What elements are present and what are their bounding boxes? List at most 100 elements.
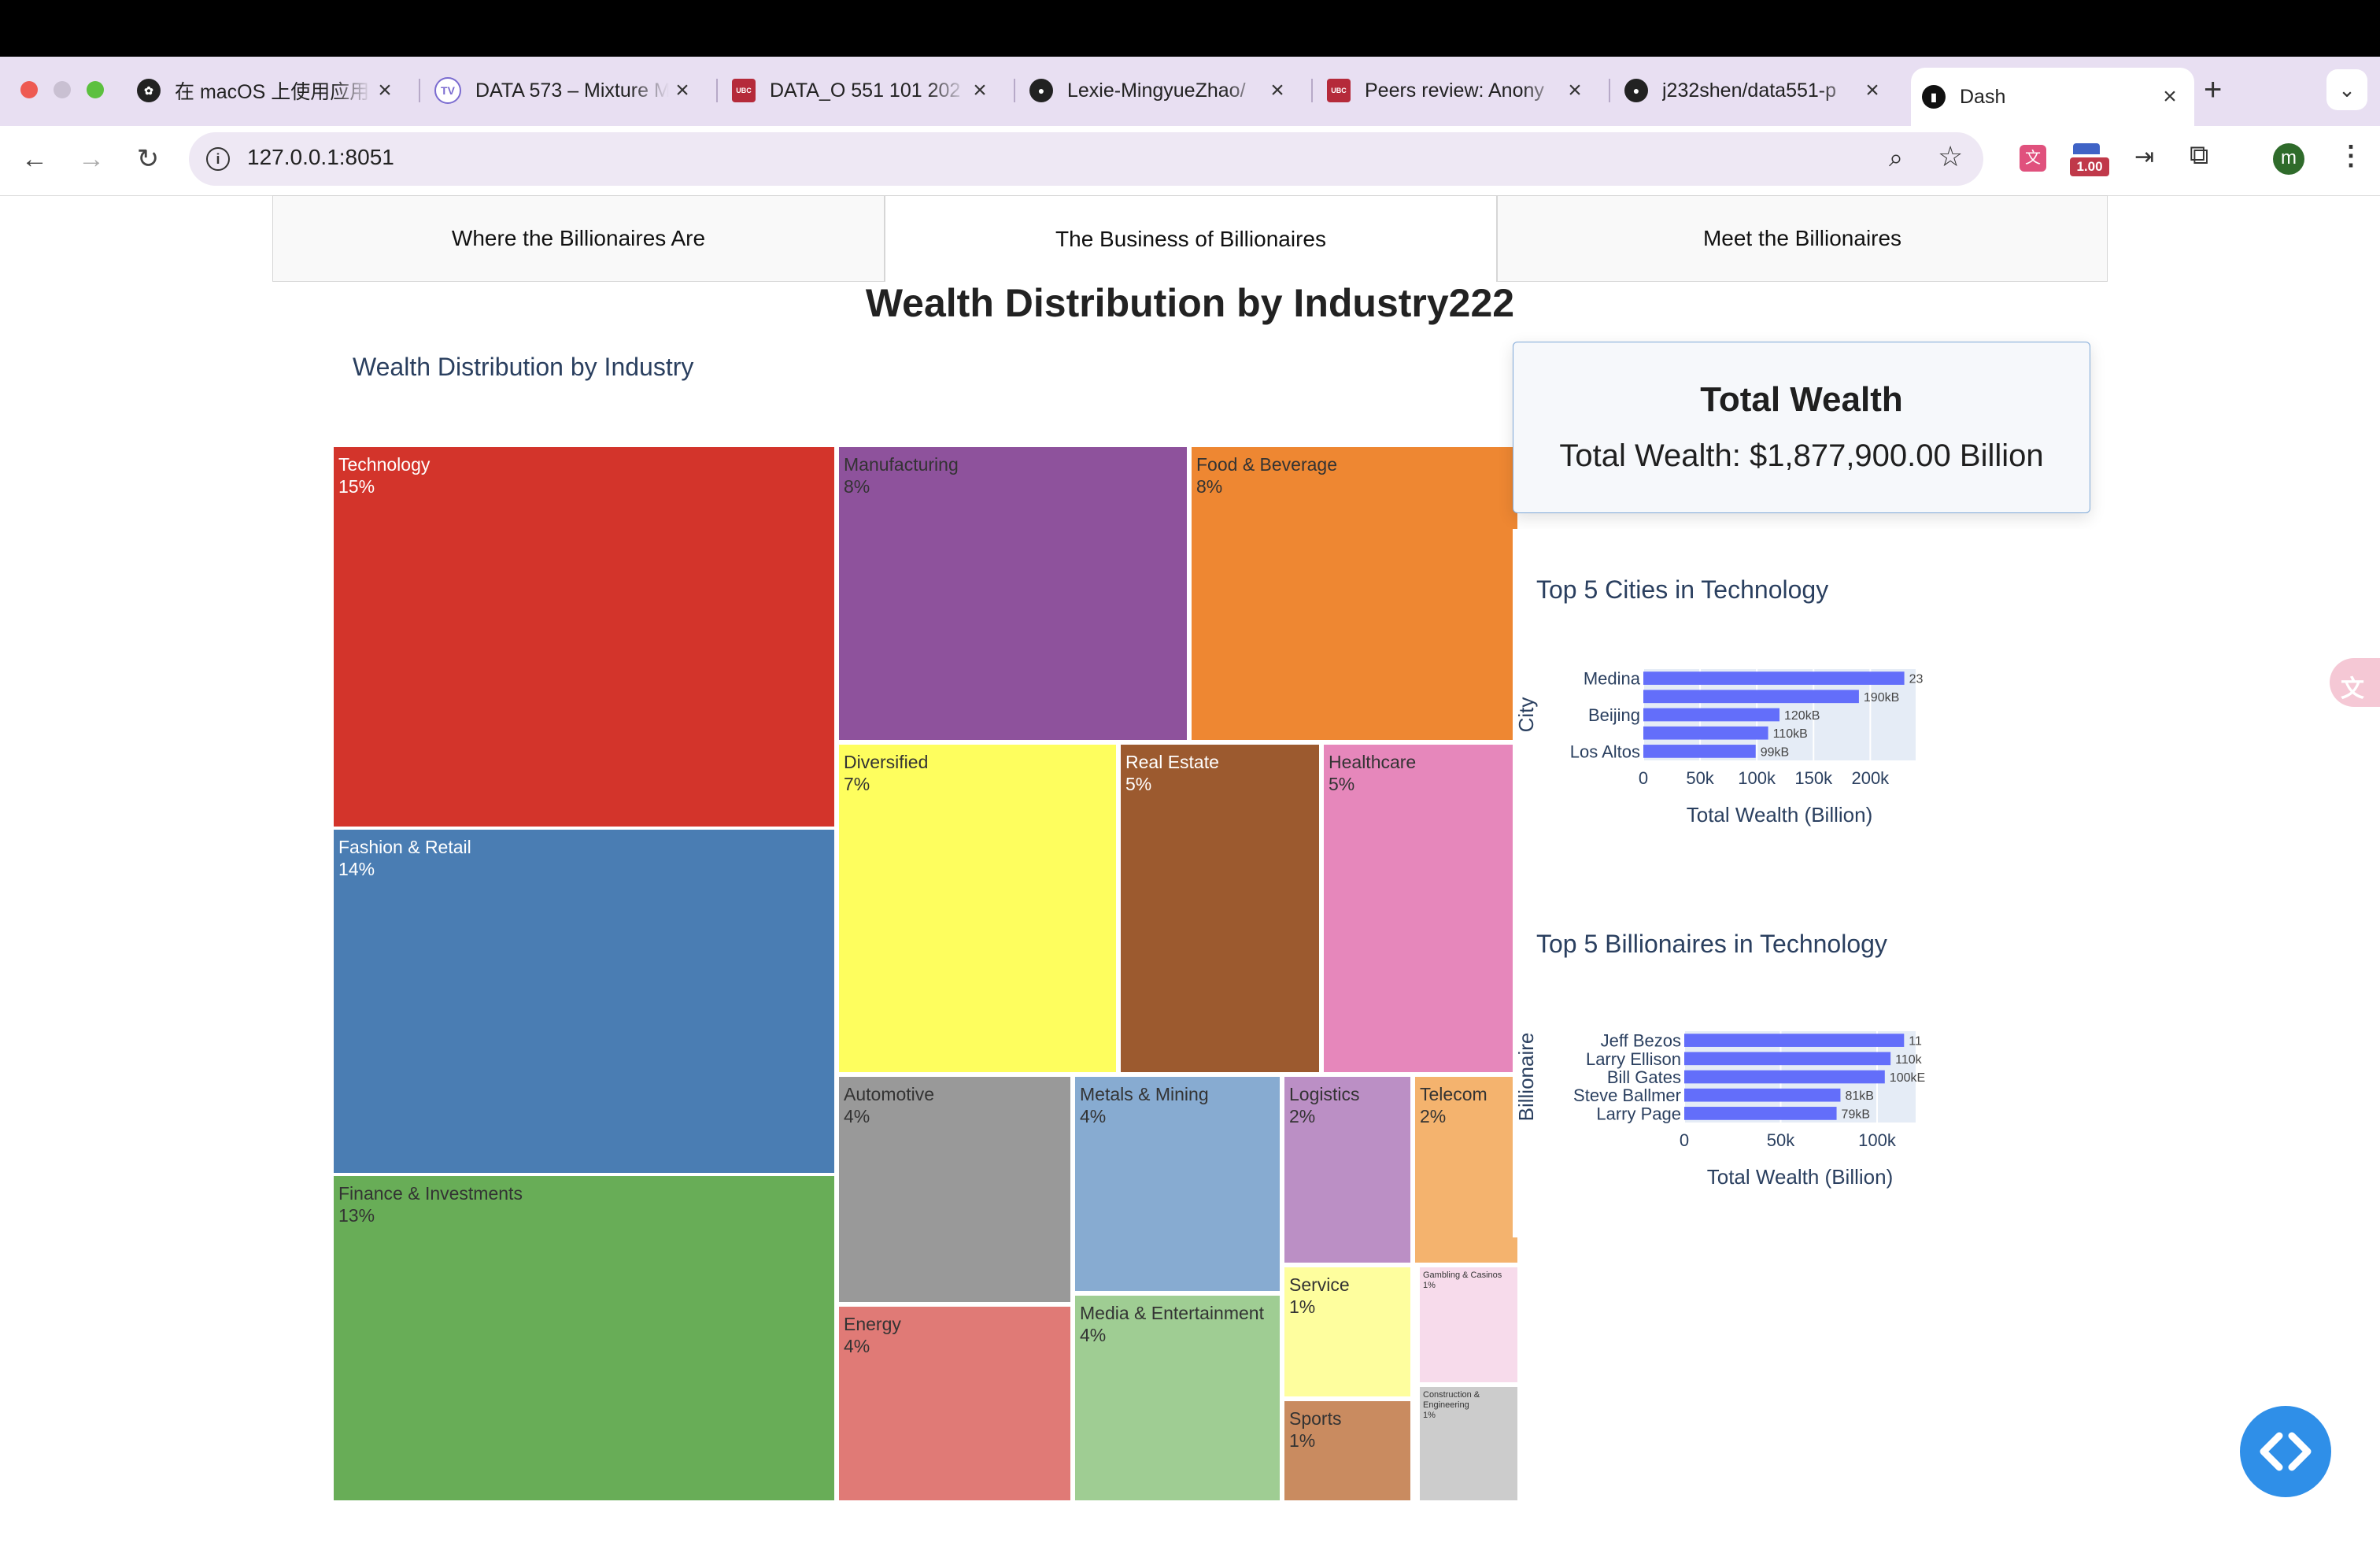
tab-separator bbox=[419, 79, 420, 102]
tab-separator bbox=[1014, 79, 1015, 102]
x-axis-label: Total Wealth (Billion) bbox=[1707, 1165, 1894, 1189]
bookmark-star-icon[interactable]: ☆ bbox=[1938, 140, 1963, 173]
treemap-tile[interactable]: Fashion & Retail 14% bbox=[334, 830, 834, 1173]
bar bbox=[1684, 1107, 1837, 1120]
back-arrow-icon[interactable]: ← bbox=[17, 142, 52, 176]
y-tick-label: Larry Page bbox=[1596, 1104, 1681, 1123]
treemap-tile[interactable]: Finance & Investments 13% bbox=[334, 1176, 834, 1500]
browser-tab[interactable]: UBC DATA_O 551 101 202 × bbox=[721, 68, 1004, 113]
reload-icon[interactable]: ↻ bbox=[131, 142, 165, 176]
data-label: 120kB bbox=[1784, 709, 1820, 723]
top-cities-bar-chart[interactable]: Top 5 Cities in Technology 0 50k 100k 150k 20… bbox=[1513, 551, 2079, 866]
treemap-tile[interactable]: Logistics 2% bbox=[1284, 1077, 1410, 1263]
treemap-tile-percent: 5% bbox=[1125, 774, 1152, 794]
treemap-tile-percent: 7% bbox=[844, 774, 870, 794]
tab-close-icon[interactable]: × bbox=[1264, 77, 1291, 104]
y-tick-label: Larry Ellison bbox=[1586, 1049, 1681, 1069]
url-text[interactable]: 127.0.0.1:8051 bbox=[247, 145, 394, 170]
total-wealth-heading: Total Wealth bbox=[1700, 380, 1903, 419]
top-billionaires-bar-chart[interactable]: Top 5 Billionaires in Technology 0 50k 100k… bbox=[1513, 913, 2079, 1228]
reading-mode-icon[interactable]: ⇥ bbox=[2134, 143, 2154, 171]
window-minimize-button[interactable] bbox=[54, 81, 71, 98]
tab-separator bbox=[1311, 79, 1313, 102]
window-close-button[interactable] bbox=[20, 81, 38, 98]
page-title: Wealth Distribution by Industry222 bbox=[865, 281, 1515, 325]
translate-side-badge[interactable]: 文 bbox=[2330, 658, 2380, 707]
browser-tab-label: 在 macOS 上使用应用 bbox=[175, 81, 370, 103]
browser-tab[interactable]: ● Lexie-MingyueZhao/ × bbox=[1018, 68, 1302, 113]
treemap-tile[interactable]: Manufacturing 8% bbox=[839, 447, 1187, 740]
treemap-tile[interactable]: Healthcare 5% bbox=[1324, 745, 1517, 1072]
window-zoom-button[interactable] bbox=[87, 81, 104, 98]
treemap-tile[interactable]: Diversified 7% bbox=[839, 745, 1116, 1072]
y-tick-label: Bill Gates bbox=[1607, 1067, 1681, 1087]
x-axis-label: Total Wealth (Billion) bbox=[1687, 803, 1873, 827]
address-bar[interactable] bbox=[189, 132, 1983, 186]
speed-extension-icon[interactable]: 1.00 bbox=[2070, 143, 2109, 178]
forward-arrow-icon[interactable]: → bbox=[74, 142, 109, 176]
bar bbox=[1643, 708, 1779, 722]
data-label: 110kB bbox=[1773, 727, 1808, 741]
data-label: 190kB bbox=[1864, 691, 1899, 705]
tab-close-icon[interactable]: × bbox=[1859, 77, 1886, 104]
treemap-tile-label: Technology bbox=[338, 454, 431, 475]
tab-business-of-billionaires[interactable]: The Business of Billionaires bbox=[885, 195, 1497, 282]
treemap-tile-percent: 2% bbox=[1420, 1106, 1447, 1126]
data-label: 79kB bbox=[1842, 1108, 1870, 1121]
tab-close-icon[interactable]: × bbox=[2156, 83, 2183, 110]
treemap-tile[interactable]: Real Estate 5% bbox=[1121, 745, 1319, 1072]
browser-tab[interactable]: ● j232shen/data551-p × bbox=[1613, 68, 1897, 113]
browser-tab[interactable]: ✿ 在 macOS 上使用应用 × bbox=[126, 68, 409, 113]
data-label: 110k bbox=[1895, 1053, 1923, 1067]
tab-close-icon[interactable]: × bbox=[371, 77, 398, 104]
treemap-tile[interactable]: Energy 4% bbox=[839, 1307, 1070, 1500]
x-tick-label: 100k bbox=[1738, 768, 1776, 788]
treemap-tile-label: Sports bbox=[1289, 1408, 1342, 1429]
tab-search-dropdown-icon[interactable]: ⌄ bbox=[2326, 69, 2367, 110]
extensions-puzzle-icon[interactable]: ⧉ bbox=[2190, 140, 2208, 171]
browser-tab-label: Peers review: Anony bbox=[1365, 79, 1544, 102]
treemap-tile-percent: 1% bbox=[1423, 1281, 1436, 1290]
y-tick-label: Beijing bbox=[1588, 705, 1640, 725]
browser-tab[interactable]: UBC Peers review: Anony × bbox=[1316, 68, 1599, 113]
y-tick-label: Medina bbox=[1584, 669, 1641, 689]
browser-tab[interactable]: ▮ Dash × bbox=[1911, 68, 2194, 126]
treemap-tile-label: Diversified bbox=[844, 752, 929, 772]
new-tab-button[interactable]: + bbox=[2204, 72, 2222, 108]
tab-close-icon[interactable]: × bbox=[966, 77, 993, 104]
x-tick-label: 200k bbox=[1851, 768, 1890, 788]
treemap-tile[interactable]: Metals & Mining 4% bbox=[1075, 1077, 1280, 1291]
browser-tab-label: Dash bbox=[1960, 85, 2006, 108]
zoom-magnifier-icon[interactable]: ⌕ bbox=[1889, 143, 1903, 173]
treemap-tile[interactable]: Sports 1% bbox=[1284, 1401, 1410, 1500]
treemap-tile[interactable]: Construction & Engineering 1% bbox=[1420, 1387, 1517, 1500]
tab-meet-the-billionaires[interactable]: Meet the Billionaires bbox=[1497, 195, 2108, 282]
translate-extension-icon[interactable]: 文 bbox=[2020, 145, 2046, 172]
treemap-tile[interactable]: Telecom 2% bbox=[1415, 1077, 1517, 1263]
treemap-tile[interactable]: Automotive 4% bbox=[839, 1077, 1070, 1302]
profile-avatar[interactable]: m bbox=[2273, 143, 2304, 175]
translate-side-icon: 文 bbox=[2341, 676, 2364, 702]
treemap-tile-label: Construction & Engineering bbox=[1423, 1390, 1480, 1410]
dash-devtools-button[interactable] bbox=[2240, 1406, 2331, 1497]
y-axis-label: Billionaire bbox=[1514, 1033, 1538, 1122]
tv-icon: TV bbox=[434, 77, 461, 104]
chart-title: Top 5 Cities in Technology bbox=[1536, 575, 1828, 604]
ubc-icon: UBC bbox=[1327, 79, 1351, 102]
bar bbox=[1684, 1052, 1891, 1066]
treemap-tile[interactable]: Technology 15% bbox=[334, 447, 834, 827]
treemap-tile[interactable]: Food & Beverage 8% bbox=[1192, 447, 1517, 740]
screen-top-bar bbox=[0, 0, 2380, 57]
treemap-tile[interactable]: Gambling & Casinos 1% bbox=[1420, 1267, 1517, 1382]
treemap-tile-percent: 1% bbox=[1289, 1430, 1316, 1451]
browser-tab[interactable]: TV DATA 573 – Mixture M × bbox=[423, 68, 707, 113]
treemap-tile-percent: 4% bbox=[844, 1106, 870, 1126]
browser-menu-icon[interactable]: ⋮ bbox=[2338, 140, 2364, 172]
treemap-tile[interactable]: Media & Entertainment 4% bbox=[1075, 1296, 1280, 1500]
tab-where-billionaires-are[interactable]: Where the Billionaires Are bbox=[272, 195, 885, 282]
treemap-tile[interactable]: Service 1% bbox=[1284, 1267, 1410, 1396]
treemap-tile-label: Metals & Mining bbox=[1080, 1084, 1209, 1104]
tab-close-icon[interactable]: × bbox=[1561, 77, 1588, 104]
site-info-icon[interactable]: i bbox=[206, 147, 230, 171]
tab-close-icon[interactable]: × bbox=[669, 77, 696, 104]
